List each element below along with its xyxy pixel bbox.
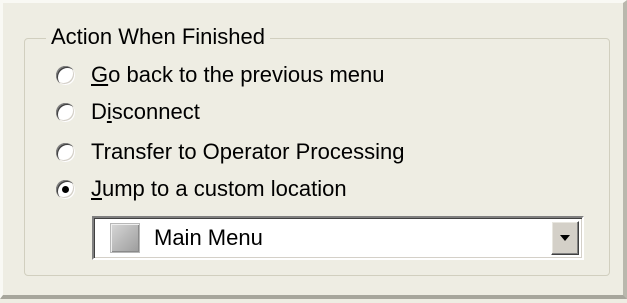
radio-option-disconnect[interactable]: Disconnect (56, 98, 200, 126)
radio-label-jump-custom: Jump to a custom location (91, 176, 347, 201)
radio-label-transfer-operator: Transfer to Operator Processing (91, 139, 405, 164)
radio-button-selected[interactable] (56, 179, 75, 199)
dropdown-button[interactable] (551, 221, 579, 255)
radio-option-transfer-operator[interactable]: Transfer to Operator Processing (56, 138, 404, 166)
radio-button[interactable] (56, 142, 75, 162)
radio-option-jump-custom[interactable]: Jump to a custom location (56, 175, 347, 203)
radio-button[interactable] (56, 102, 75, 122)
radio-selected-dot (62, 185, 69, 193)
radio-label-disconnect: Disconnect (91, 99, 200, 124)
radio-button[interactable] (56, 65, 75, 85)
custom-location-value: Main Menu (154, 225, 263, 250)
custom-location-select[interactable]: Main Menu (92, 216, 584, 260)
radio-option-go-back[interactable]: Go back to the previous menu (56, 61, 385, 89)
radio-label-go-back: Go back to the previous menu (91, 62, 385, 87)
menu-thumbnail-icon (110, 223, 140, 253)
chevron-down-icon (560, 235, 570, 241)
group-title: Action When Finished (46, 24, 270, 50)
